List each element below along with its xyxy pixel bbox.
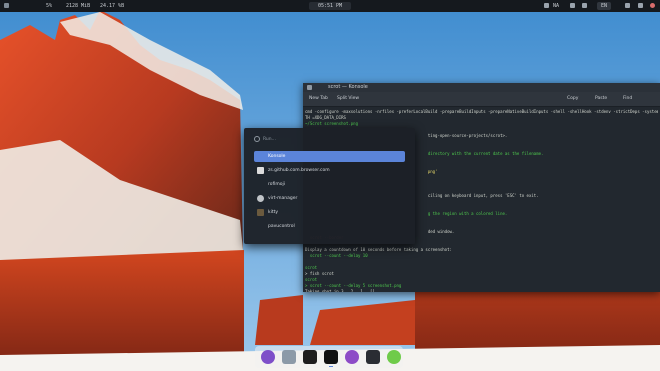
new-tab-button[interactable]: New Tab	[309, 92, 328, 106]
settings-icon[interactable]	[638, 3, 643, 8]
zen-browser-icon[interactable]	[303, 350, 317, 364]
launcher-item-label: zs.github.com.browser.com	[268, 168, 330, 173]
terminal-line: Taking shot in 3.. 2.. 1.. []	[305, 289, 375, 292]
copy-button[interactable]: Copy	[567, 92, 578, 106]
launcher-item-virt-manager[interactable]: virt-manager	[254, 193, 405, 204]
split-view-button[interactable]: Split View	[337, 92, 359, 106]
launcher-item-pavucontrol[interactable]: pavucontrol	[254, 221, 405, 232]
launcher-item-label: kitty	[268, 210, 279, 215]
launcher-icon[interactable]	[4, 3, 9, 8]
memory-usage: 2128 MiB	[66, 3, 91, 9]
notification-icon[interactable]	[625, 3, 630, 8]
battery-icon[interactable]	[570, 3, 575, 8]
zen-browser-icon	[257, 167, 264, 174]
dock	[255, 346, 403, 368]
find-button[interactable]: Find	[623, 92, 632, 106]
launcher-item-rofimoji[interactable]: rofimoji	[254, 179, 405, 190]
konsole-icon	[307, 85, 312, 90]
battery-status: NA	[553, 3, 560, 9]
obs-icon[interactable]	[345, 350, 359, 364]
clock[interactable]: 05:51 PM	[309, 2, 351, 10]
virt-manager-icon	[257, 195, 264, 202]
keyboard-icon[interactable]	[582, 3, 587, 8]
window-title: scrot — Konsole	[328, 84, 368, 90]
launcher-item-label: pavucontrol	[268, 224, 295, 229]
top-panel: 5% 2128 MiB 24.17 %B 05:51 PM NA EN	[0, 0, 660, 12]
cpu-usage: 5%	[46, 3, 53, 9]
konsole-toolbar: New Tab Split View Copy Paste Find	[303, 92, 660, 107]
chromium-icon[interactable]	[387, 350, 401, 364]
launcher-item-zen-browser[interactable]: zs.github.com.browser.com	[254, 165, 405, 176]
network-icon[interactable]	[544, 3, 549, 8]
launcher-item-konsole[interactable]: Konsole	[254, 151, 405, 162]
keyboard-layout[interactable]: EN	[597, 2, 611, 10]
disk-usage: 24.17 %B	[100, 3, 125, 9]
file-manager-icon[interactable]	[282, 350, 296, 364]
terminal-icon[interactable]	[324, 350, 338, 364]
window-titlebar[interactable]: scrot — Konsole	[303, 83, 660, 92]
search-icon	[254, 135, 260, 142]
running-indicator	[329, 366, 333, 367]
app-launcher: Run... Konsole zs.github.com.browser.com…	[244, 128, 415, 244]
launcher-item-label: rofimoji	[268, 182, 285, 187]
launcher-search[interactable]: Run...	[254, 135, 404, 145]
power-icon[interactable]	[650, 3, 655, 8]
launcher-item-kitty[interactable]: kitty	[254, 207, 405, 218]
emacs-icon[interactable]	[261, 350, 275, 364]
launcher-item-label: Konsole	[268, 154, 286, 159]
search-placeholder: Run...	[263, 137, 276, 142]
launcher-item-label: virt-manager	[268, 196, 298, 201]
terminal-line: cmd -configure -maxsolutions -nrfiles -p…	[305, 109, 658, 114]
code-editor-icon[interactable]	[366, 350, 380, 364]
paste-button[interactable]: Paste	[595, 92, 607, 106]
kitty-icon	[257, 209, 264, 216]
